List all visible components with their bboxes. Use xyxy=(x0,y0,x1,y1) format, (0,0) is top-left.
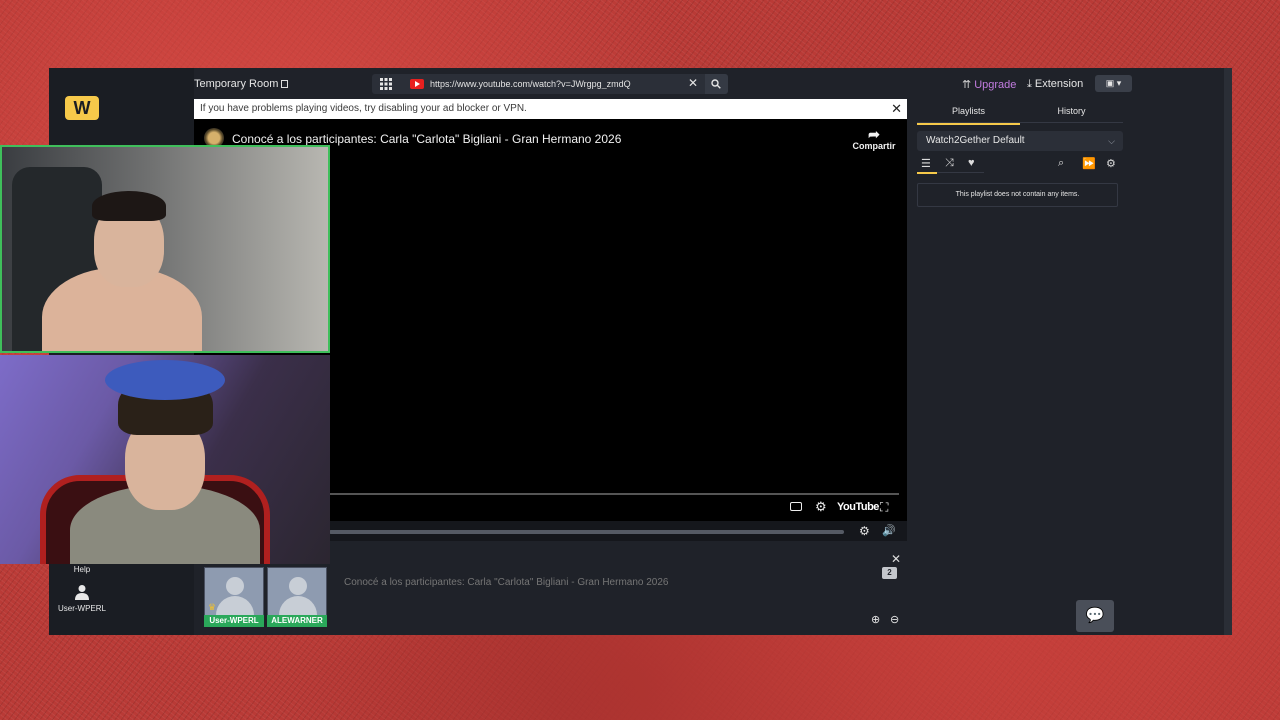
gear-icon[interactable]: ⚙ xyxy=(815,499,827,515)
upgrade-button[interactable]: ⇈ Upgrade xyxy=(962,78,1016,91)
user-tile-name: ALEWARNER xyxy=(267,615,327,627)
playlist-panel: Playlists History Watch2Gether Default ⌵… xyxy=(907,99,1133,635)
streamer-hair xyxy=(92,191,166,221)
share-label: Compartir xyxy=(852,141,896,151)
avatar-head xyxy=(226,577,244,595)
collapse-close-icon[interactable]: ✕ xyxy=(891,552,901,566)
room-users-panel: ✕ ♛ User-WPERL ALEWARNER 2 ⊕ ⊖ xyxy=(194,552,907,635)
grid-icon[interactable] xyxy=(380,78,392,90)
w2g-logo[interactable]: W xyxy=(65,96,99,120)
close-icon[interactable]: ✕ xyxy=(688,76,698,90)
user-tile[interactable]: ♛ User-WPERL xyxy=(204,567,264,627)
user-count-badge: 2 xyxy=(882,567,897,579)
avatar-head xyxy=(289,577,307,595)
playlist-select-value: Watch2Gether Default xyxy=(926,135,1025,146)
playlist-select[interactable]: Watch2Gether Default ⌵ xyxy=(917,131,1123,151)
extension-button[interactable]: ⤓ Extension xyxy=(1027,78,1083,91)
upgrade-icon: ⇈ xyxy=(962,79,972,91)
share-arrow-icon: ➦ xyxy=(868,126,880,142)
scrollbar[interactable] xyxy=(1224,68,1232,635)
extension-label: Extension xyxy=(1034,78,1084,90)
share-button[interactable]: ➦ Compartir xyxy=(849,127,899,151)
chevron-down-icon: ⌵ xyxy=(1108,136,1115,146)
tab-history[interactable]: History xyxy=(1020,106,1123,116)
ad-blocker-notice: If you have problems playing videos, try… xyxy=(194,99,907,119)
url-bar: ✕ xyxy=(372,74,728,94)
skip-forward-icon[interactable]: ⏩ xyxy=(1082,157,1096,170)
active-tool-indicator xyxy=(917,172,937,174)
volume-icon[interactable]: 🔊 xyxy=(882,524,896,537)
room-title[interactable]: Temporary Room xyxy=(194,78,289,90)
captions-icon[interactable] xyxy=(790,502,802,511)
room-title-text: Temporary Room xyxy=(194,78,279,90)
avatar-body xyxy=(279,596,317,616)
camera-toggle-button[interactable]: ▣ ▾ xyxy=(1095,75,1132,92)
user-tile-name: User-WPERL xyxy=(204,615,264,627)
zoom-in-icon[interactable]: ⊕ xyxy=(871,613,880,626)
download-icon: ⤓ xyxy=(1027,78,1032,90)
heart-icon[interactable]: ♥ xyxy=(968,157,975,169)
youtube-icon xyxy=(410,79,424,89)
playlist-empty-message: This playlist does not contain any items… xyxy=(917,183,1118,207)
search-icon xyxy=(711,79,721,89)
webcam-overlay-bottom xyxy=(0,355,330,564)
user-tile[interactable]: ALEWARNER xyxy=(267,567,327,627)
playlist-settings-icon[interactable]: ⚙ xyxy=(1106,157,1116,170)
upgrade-label: Upgrade xyxy=(974,79,1017,91)
youtube-logo[interactable]: YouTube xyxy=(837,501,879,513)
fullscreen-icon[interactable]: ⛶ xyxy=(880,500,888,515)
chat-input[interactable] xyxy=(344,574,844,590)
copy-icon[interactable] xyxy=(281,80,289,88)
webcam-overlay-top xyxy=(0,145,330,353)
notice-close-icon[interactable]: ✕ xyxy=(891,99,902,119)
avatar-body xyxy=(216,596,254,616)
seek-bar[interactable] xyxy=(329,530,844,534)
notice-text: If you have problems playing videos, try… xyxy=(200,103,527,114)
panel-tabs: Playlists History xyxy=(917,103,1123,125)
youtube-progress-bar[interactable] xyxy=(329,493,899,495)
list-icon[interactable]: ☰ xyxy=(921,157,931,170)
chat-bubbles-icon[interactable]: 💬 xyxy=(1076,600,1114,632)
help-link[interactable]: Help xyxy=(49,565,115,574)
video-title[interactable]: Conocé a los participantes: Carla "Carlo… xyxy=(232,132,621,146)
playlist-toolbar: ☰ ⤨ ♥ ⌕ ⏩ ⚙ xyxy=(917,155,1123,174)
tab-playlists[interactable]: Playlists xyxy=(917,106,1020,125)
player-settings-icon[interactable]: ⚙ xyxy=(859,524,870,538)
blue-hat xyxy=(105,360,225,400)
tool-divider xyxy=(937,172,984,173)
top-bar: Temporary Room ✕ ⇈Upgrade ⤓Extension xyxy=(194,68,1232,99)
url-search-button[interactable] xyxy=(705,74,728,94)
user-icon[interactable] xyxy=(75,584,89,600)
current-user-name[interactable]: User-WPERL xyxy=(49,604,115,613)
zoom-out-icon[interactable]: ⊖ xyxy=(890,613,899,626)
host-crown-icon: ♛ xyxy=(208,602,217,612)
url-input[interactable] xyxy=(430,77,680,91)
playlist-search-icon[interactable]: ⌕ xyxy=(1058,157,1064,170)
shuffle-icon[interactable]: ⤨ xyxy=(945,157,954,170)
